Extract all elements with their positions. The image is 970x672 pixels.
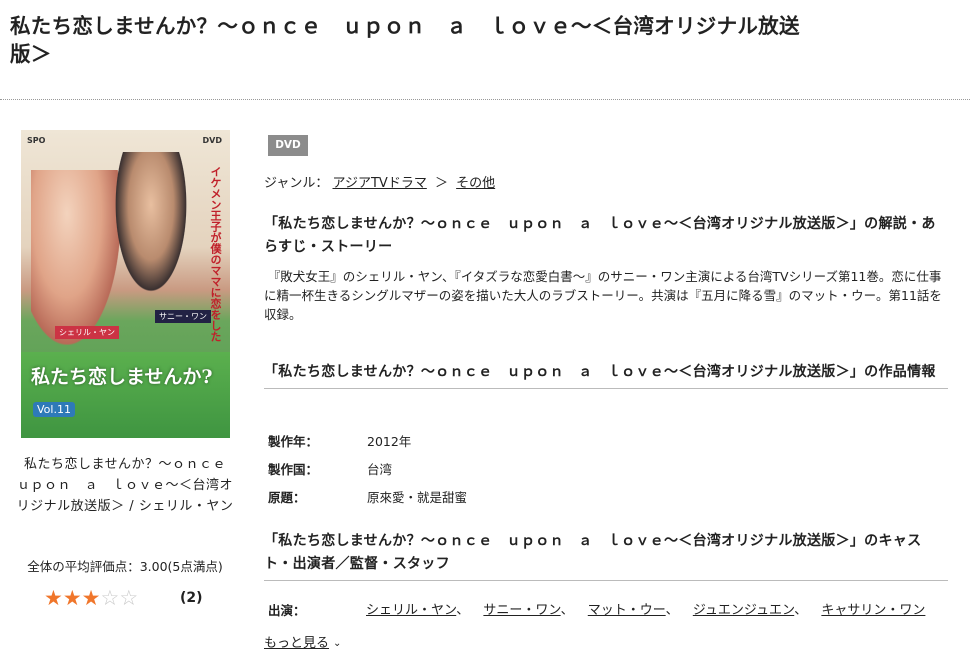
cover-caption: 私たち恋しませんか？～ｏｎｃｅ ｕｐｏｎ ａ ｌｏｖｅ～＜台湾オリジナル放送版＞… [16,457,240,514]
cast-link[interactable]: キャサリン・ワン [821,603,925,618]
cast-separator: 、 [560,603,574,618]
show-more-label: もっと見る [264,636,330,651]
star-filled-icon: ★ [44,586,63,610]
info-label-country: 製作国： [268,462,319,477]
cast-link[interactable]: マット・ウー [588,603,666,618]
review-count-link[interactable]: (2) [180,590,203,606]
star-filled-icon: ★ [62,586,82,610]
cover-volume-badge: Vol.11 [33,402,75,417]
cast-separator: 、 [665,603,679,618]
rating-stars: ★★★☆☆ [44,586,138,610]
dvd-cover-image[interactable]: SPO DVD イケメン王子が僕のママに恋をした シェリル・ヤン サニー・ワン … [21,130,230,438]
show-more-link[interactable]: もっと見る ⌄ [264,632,341,651]
cover-woman-figure [31,170,121,345]
cast-link[interactable]: サニー・ワン [483,603,560,618]
cover-cast-left: シェリル・ヤン [55,326,119,339]
format-badge: DVD [268,135,308,156]
cast-link[interactable]: シェリル・ヤン [366,603,456,618]
info-label-original-title: 原題： [268,490,306,505]
cast-separator: 、 [456,603,470,618]
genre-link-asian-tv-drama[interactable]: アジアTVドラマ [333,176,427,191]
cast-staff-heading: 「私たち恋しませんか？～ｏｎｃｅ ｕｐｏｎ ａ ｌｏｖｅ～＜台湾オリジナル放送版… [264,530,948,581]
cover-publisher-logo: SPO [27,136,46,145]
synopsis-heading: 「私たち恋しませんか？～ｏｎｃｅ ｕｐｏｎ ａ ｌｏｖｅ～＜台湾オリジナル放送版… [264,216,936,255]
cast-separator: 、 [794,603,808,618]
star-empty-icon: ☆ [119,586,139,610]
info-value-country: 台湾 [367,462,393,477]
cover-cast-right: サニー・ワン [155,310,211,323]
cover-title: 私たち恋しませんか? [31,366,213,388]
page-title: 私たち恋しませんか？～ｏｎｃｅ ｕｐｏｎ ａ ｌｏｖｅ～＜台湾オリジナル放送版＞ [10,14,800,66]
chevron-down-icon: ⌄ [333,638,342,649]
synopsis-text: 『敗犬女王』のシェリル・ヤン、『イタズラな恋愛白書～』のサニー・ワン主演による台… [264,269,942,322]
cast-list: シェリル・ヤン、 サニー・ワン、 マット・ウー、 ジュエンジュエン、 キャサリン… [366,599,925,618]
cast-link[interactable]: ジュエンジュエン [693,603,794,618]
cover-dvd-logo: DVD [202,136,222,145]
genre-link-other[interactable]: その他 [456,176,495,191]
info-value-original-title: 原來愛・就是甜蜜 [367,490,468,505]
info-label-year: 製作年： [268,434,319,449]
cover-man-figure [111,152,191,302]
star-filled-icon: ★ [81,586,101,610]
work-info-heading: 「私たち恋しませんか？～ｏｎｃｅ ｕｐｏｎ ａ ｌｏｖｅ～＜台湾オリジナル放送版… [264,361,948,389]
star-empty-icon: ☆ [100,586,120,610]
genre-separator: ＞ [434,176,448,191]
average-rating-text: 全体の平均評価点：3.00(5点満点) [27,559,223,574]
title-divider [0,99,970,100]
genre-breadcrumb: ジャンル： アジアTVドラマ ＞ その他 [264,172,495,191]
cast-label: 出演： [268,603,306,618]
genre-label: ジャンル： [264,176,329,191]
info-value-year: 2012年 [367,434,412,449]
